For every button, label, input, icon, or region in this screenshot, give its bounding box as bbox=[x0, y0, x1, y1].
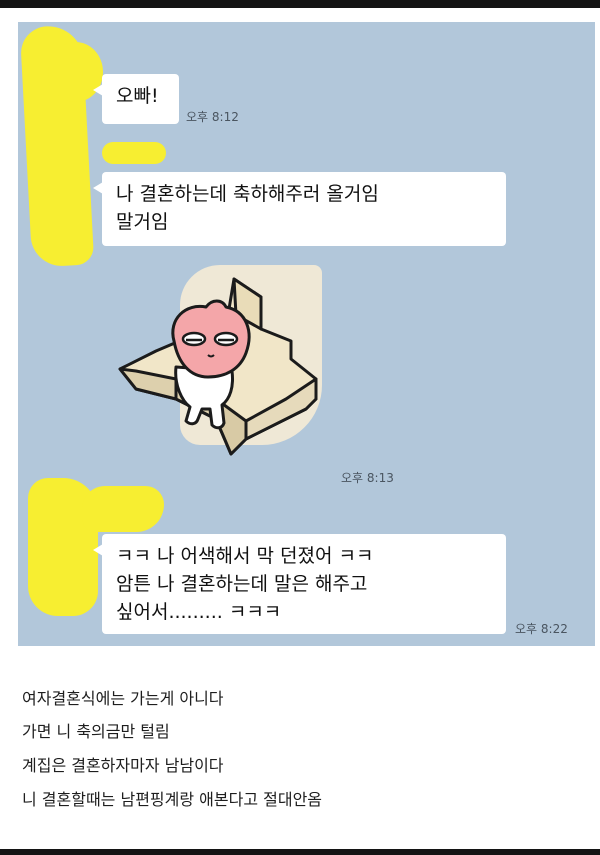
bubble-tail bbox=[93, 84, 103, 96]
caption-line: 계집은 결혼하자마자 남남이다 bbox=[22, 756, 224, 775]
redaction-mark bbox=[102, 142, 166, 164]
bottom-edge-bar bbox=[0, 849, 600, 855]
bubble-tail bbox=[93, 544, 103, 556]
caption-line: 여자결혼식에는 가는게 아니다 bbox=[22, 689, 224, 708]
peach-sitting-on-stairs-sticker[interactable] bbox=[116, 259, 328, 464]
message-text: 말거임 bbox=[116, 211, 169, 233]
caption-line: 가면 니 축의금만 털림 bbox=[22, 722, 170, 741]
message-time: 오후 8:22 bbox=[515, 622, 568, 636]
chat-panel[interactable]: 오빠! 오후 8:12 나 결혼하는데 축하해주러 올거임 말거임 오후 8:1… bbox=[18, 22, 595, 646]
message-bubble[interactable]: 나 결혼하는데 축하해주러 올거임 말거임 bbox=[93, 172, 506, 246]
message-time: 오후 8:12 bbox=[186, 110, 239, 124]
caption-line: 니 결혼할때는 남편핑계랑 애본다고 절대안옴 bbox=[22, 790, 323, 809]
message-text: 암튼 나 결혼하는데 말은 해주고 bbox=[116, 573, 368, 595]
message-text: ㅋㅋ 나 어색해서 막 던졌어 ㅋㅋ bbox=[116, 545, 374, 567]
bubble-tail bbox=[93, 182, 103, 194]
redaction-mark bbox=[82, 486, 164, 532]
message-bubble[interactable]: 오빠! bbox=[93, 74, 179, 124]
message-bubble[interactable]: ㅋㅋ 나 어색해서 막 던졌어 ㅋㅋ 암튼 나 결혼하는데 말은 해주고 싶어서… bbox=[93, 534, 506, 634]
message-text: 싶어서......... ㅋㅋㅋ bbox=[116, 601, 282, 623]
top-edge-bar bbox=[0, 0, 600, 8]
message-text: 나 결혼하는데 축하해주러 올거임 bbox=[116, 183, 379, 205]
message-text: 오빠! bbox=[116, 85, 159, 107]
message-time: 오후 8:13 bbox=[341, 471, 394, 485]
